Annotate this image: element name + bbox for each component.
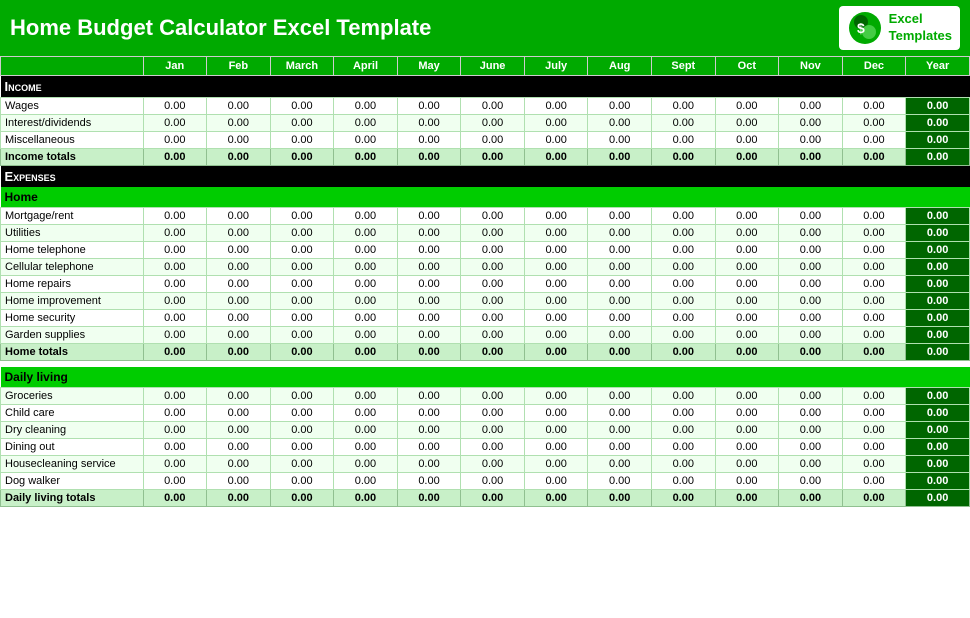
header-sept: Sept: [652, 57, 716, 76]
header-july: July: [524, 57, 588, 76]
table-row: Garden supplies 0.000.000.00 0.000.000.0…: [1, 327, 970, 344]
logo-text: Excel Templates: [889, 11, 952, 45]
mortgage-label: Mortgage/rent: [1, 208, 144, 225]
utilities-label: Utilities: [1, 225, 144, 242]
daily-living-totals-row: Daily living totals 0.000.000.00 0.000.0…: [1, 489, 970, 506]
bottom-spacer: [1, 506, 970, 512]
month-header-row: Jan Feb March April May June July Aug Se…: [1, 57, 970, 76]
table-row: Home improvement 0.000.000.00 0.000.000.…: [1, 293, 970, 310]
expenses-label: Expenses: [1, 166, 970, 188]
wages-apr[interactable]: 0.00: [334, 98, 398, 115]
svg-text:$: $: [857, 20, 865, 36]
income-totals-row: Income totals 0.000.000.00 0.000.000.00 …: [1, 149, 970, 166]
table-row: Home security 0.000.000.00 0.000.000.00 …: [1, 310, 970, 327]
spreadsheet-wrapper: Jan Feb March April May June July Aug Se…: [0, 56, 970, 512]
interest-label: Interest/dividends: [1, 115, 144, 132]
dog-walker-label: Dog walker: [1, 472, 144, 489]
wages-mar[interactable]: 0.00: [270, 98, 334, 115]
page-title: Home Budget Calculator Excel Template: [10, 15, 431, 41]
header-may: May: [397, 57, 461, 76]
logo-area: $ Excel Templates: [839, 6, 960, 50]
home-security-label: Home security: [1, 310, 144, 327]
home-repairs-label: Home repairs: [1, 276, 144, 293]
table-row: Child care 0.000.000.00 0.000.000.00 0.0…: [1, 404, 970, 421]
wages-jul[interactable]: 0.00: [524, 98, 588, 115]
wages-sep[interactable]: 0.00: [652, 98, 716, 115]
miscellaneous-label: Miscellaneous: [1, 132, 144, 149]
dry-cleaning-label: Dry cleaning: [1, 421, 144, 438]
expenses-section-header: Expenses: [1, 166, 970, 188]
groceries-label: Groceries: [1, 387, 144, 404]
dining-out-label: Dining out: [1, 438, 144, 455]
wages-jan[interactable]: 0.00: [143, 98, 207, 115]
income-label: Income: [1, 76, 970, 98]
header-dec: Dec: [842, 57, 906, 76]
table-row: Home telephone 0.000.000.00 0.000.000.00…: [1, 242, 970, 259]
header-aug: Aug: [588, 57, 652, 76]
income-totals-label: Income totals: [1, 149, 144, 166]
header-june: June: [461, 57, 525, 76]
header-jan: Jan: [143, 57, 207, 76]
daily-living-label: Daily living: [1, 367, 970, 388]
table-row: Interest/dividends 0.000.000.00 0.000.00…: [1, 115, 970, 132]
table-row: Wages 0.000.000.00 0.000.000.00 0.000.00…: [1, 98, 970, 115]
home-totals-label: Home totals: [1, 344, 144, 361]
excel-logo-icon: $: [847, 10, 883, 46]
wages-jun[interactable]: 0.00: [461, 98, 525, 115]
budget-table: Jan Feb March April May June July Aug Se…: [0, 56, 970, 512]
cellular-telephone-label: Cellular telephone: [1, 259, 144, 276]
wages-label: Wages: [1, 98, 144, 115]
home-totals-row: Home totals 0.000.000.00 0.000.000.00 0.…: [1, 344, 970, 361]
table-row: Housecleaning service 0.000.000.00 0.000…: [1, 455, 970, 472]
wages-nov[interactable]: 0.00: [779, 98, 843, 115]
table-row: Dog walker 0.000.000.00 0.000.000.00 0.0…: [1, 472, 970, 489]
table-row: Utilities 0.000.000.00 0.000.000.00 0.00…: [1, 225, 970, 242]
daily-living-totals-label: Daily living totals: [1, 489, 144, 506]
table-row: Mortgage/rent 0.000.000.00 0.000.000.00 …: [1, 208, 970, 225]
home-telephone-label: Home telephone: [1, 242, 144, 259]
header-feb: Feb: [207, 57, 271, 76]
header-nov: Nov: [779, 57, 843, 76]
home-label: Home: [1, 187, 970, 208]
garden-supplies-label: Garden supplies: [1, 327, 144, 344]
wages-aug[interactable]: 0.00: [588, 98, 652, 115]
header-year: Year: [906, 57, 970, 76]
table-row: Miscellaneous 0.000.000.00 0.000.000.00 …: [1, 132, 970, 149]
header-march: March: [270, 57, 334, 76]
wages-may[interactable]: 0.00: [397, 98, 461, 115]
home-improvement-label: Home improvement: [1, 293, 144, 310]
wages-year: 0.00: [906, 98, 970, 115]
daily-living-subsection-header: Daily living: [1, 367, 970, 388]
income-section-header: Income: [1, 76, 970, 98]
home-subsection-header: Home: [1, 187, 970, 208]
child-care-label: Child care: [1, 404, 144, 421]
header-label-empty: [1, 57, 144, 76]
table-row: Cellular telephone 0.000.000.00 0.000.00…: [1, 259, 970, 276]
table-row: Home repairs 0.000.000.00 0.000.000.00 0…: [1, 276, 970, 293]
wages-oct[interactable]: 0.00: [715, 98, 779, 115]
header-oct: Oct: [715, 57, 779, 76]
header: Home Budget Calculator Excel Template $ …: [0, 0, 970, 56]
wages-dec[interactable]: 0.00: [842, 98, 906, 115]
table-row: Dry cleaning 0.000.000.00 0.000.000.00 0…: [1, 421, 970, 438]
header-april: April: [334, 57, 398, 76]
housecleaning-label: Housecleaning service: [1, 455, 144, 472]
table-row: Dining out 0.000.000.00 0.000.000.00 0.0…: [1, 438, 970, 455]
table-row: Groceries 0.000.000.00 0.000.000.00 0.00…: [1, 387, 970, 404]
wages-feb[interactable]: 0.00: [207, 98, 271, 115]
